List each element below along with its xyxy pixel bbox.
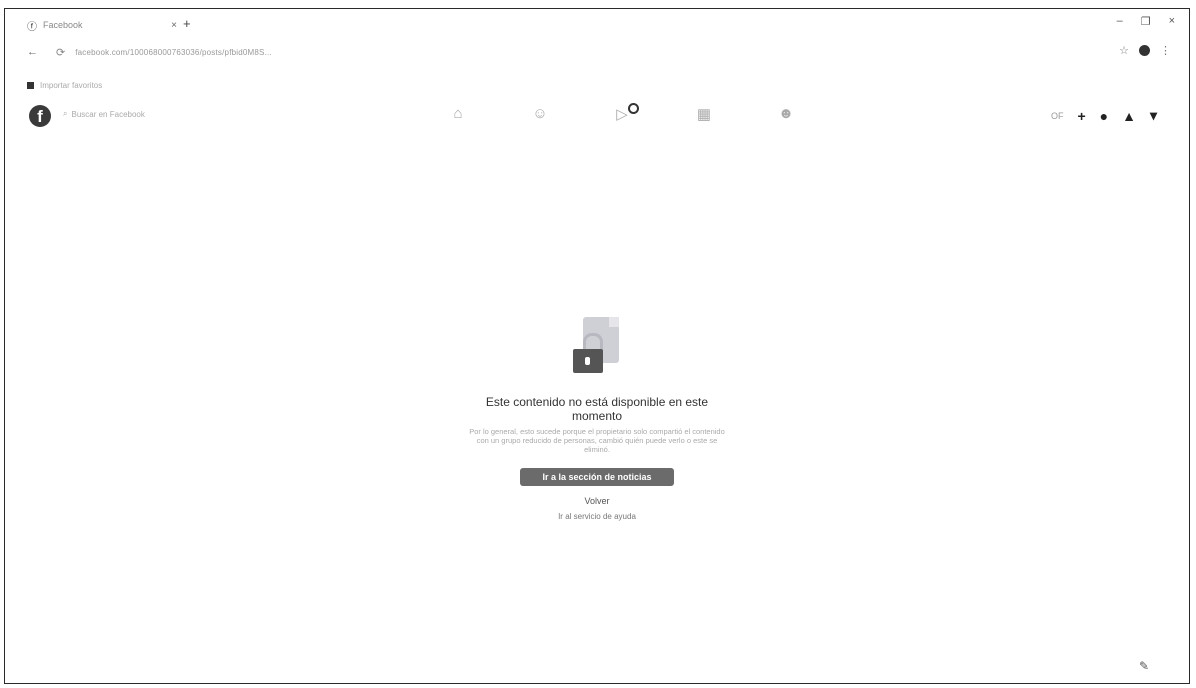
bookmark-item[interactable]: Importar favoritos — [40, 81, 102, 90]
video-icon[interactable]: ▷ — [581, 103, 663, 123]
search-box[interactable]: ⌕ Buscar en Facebook — [63, 109, 145, 119]
profile-avatar-icon[interactable] — [1139, 45, 1150, 56]
bookmarks-bar: Importar favoritos — [27, 81, 102, 90]
url-field[interactable]: facebook.com/100068000763036/posts/pfbid… — [75, 48, 272, 57]
error-description: Por lo general, esto sucede porque el pr… — [469, 427, 725, 454]
go-to-news-feed-button[interactable]: Ir a la sección de noticias — [520, 468, 674, 486]
back-arrow-icon[interactable]: ← — [27, 46, 38, 58]
header-actions: OF + ● ▲ ▾ — [1051, 107, 1157, 124]
bookmark-star-icon[interactable]: ☆ — [1119, 44, 1129, 57]
locked-document-icon — [569, 317, 625, 377]
tab-close-icon[interactable]: × — [171, 20, 177, 31]
facebook-header: f ⌕ Buscar en Facebook ⌂ ☺ ▷ ▦ ☻ OF + ● … — [5, 101, 1189, 137]
folder-icon — [27, 82, 34, 89]
search-input[interactable]: Buscar en Facebook — [71, 110, 144, 119]
header-right-text[interactable]: OF — [1051, 111, 1064, 121]
tab-title: Facebook — [43, 20, 83, 30]
window-controls: – ❐ × — [1117, 15, 1175, 28]
unavailable-content-panel: Este contenido no está disponible en est… — [5, 317, 1189, 521]
minimize-button[interactable]: – — [1117, 15, 1123, 28]
close-window-button[interactable]: × — [1169, 15, 1175, 28]
account-chevron-down-icon[interactable]: ▾ — [1150, 107, 1157, 124]
notifications-bell-icon[interactable]: ▲ — [1122, 108, 1136, 124]
reload-icon[interactable]: ⟳ — [56, 46, 65, 59]
compose-edit-icon[interactable]: ✎ — [1139, 659, 1149, 673]
browser-tab[interactable]: ⓕ Facebook × — [27, 15, 177, 35]
create-plus-icon[interactable]: + — [1077, 108, 1085, 124]
messenger-icon[interactable]: ● — [1100, 108, 1108, 124]
error-title: Este contenido no está disponible en est… — [485, 395, 709, 423]
back-link[interactable]: Volver — [5, 496, 1189, 506]
address-bar: ← ⟳ facebook.com/100068000763036/posts/p… — [5, 39, 1189, 65]
browser-menu-icon[interactable]: ⋮ — [1160, 44, 1171, 57]
marketplace-icon[interactable]: ▦ — [663, 105, 745, 123]
help-center-link[interactable]: Ir al servicio de ayuda — [5, 512, 1189, 521]
new-tab-button[interactable]: + — [183, 16, 191, 31]
friends-icon[interactable]: ☺ — [499, 105, 581, 123]
facebook-favicon-icon: ⓕ — [27, 21, 37, 33]
search-icon: ⌕ — [63, 109, 68, 118]
home-icon[interactable]: ⌂ — [417, 105, 499, 123]
groups-icon[interactable]: ☻ — [745, 105, 827, 123]
tab-bar: ⓕ Facebook × + – ❐ × — [5, 9, 1189, 39]
browser-window: ⓕ Facebook × + – ❐ × ← ⟳ facebook.com/10… — [4, 8, 1190, 684]
facebook-logo-icon[interactable]: f — [29, 105, 51, 127]
restore-button[interactable]: ❐ — [1141, 15, 1151, 28]
main-nav: ⌂ ☺ ▷ ▦ ☻ — [417, 103, 827, 123]
